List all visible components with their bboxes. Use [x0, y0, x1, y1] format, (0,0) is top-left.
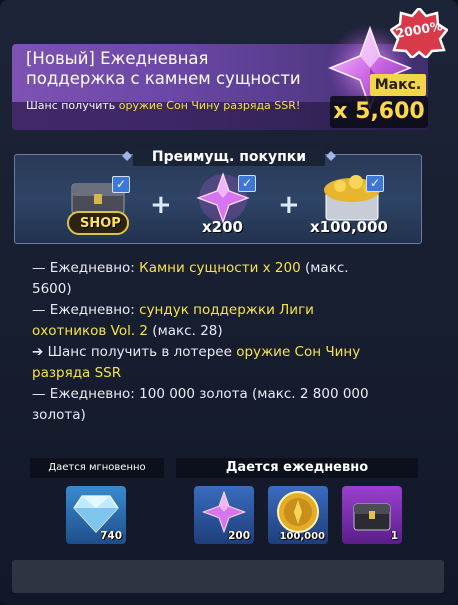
plus-sign: + [278, 190, 300, 220]
benefits-title-wrap: Преимущ. покупки [133, 146, 325, 166]
checkbox-icon: ✓ [366, 175, 384, 192]
essence-stone-icon [201, 490, 247, 534]
offer-title: [Новый] Ежедневная поддержка с камнем су… [26, 49, 326, 89]
reward-count: 740 [100, 530, 122, 542]
instant-label-wrap: Дается мгновенно [30, 458, 164, 478]
max-value: x 5,600 [333, 99, 425, 124]
desc-line2-cont: охотников Vol. 2 (макс. 28) [32, 321, 432, 342]
offer-panel: [Новый] Ежедневная поддержка с камнем су… [0, 0, 458, 605]
diamond-icon [73, 495, 119, 533]
daily-label: Дается ежедневно [225, 460, 369, 475]
desc-line4-cont: золота) [32, 407, 86, 423]
essence-count: x200 [202, 218, 243, 236]
reward-tile-essence[interactable]: 200 [194, 486, 254, 544]
instant-label: Дается мгновенно [48, 462, 146, 473]
desc-line1: — Ежедневно: Камни сущности x 200 (макс. [32, 258, 432, 279]
desc-line1-cont: 5600) [32, 281, 72, 297]
gold-count: x100,000 [310, 218, 388, 236]
reward-count: 200 [228, 530, 250, 542]
support-chest-icon [353, 503, 391, 531]
checkbox-icon: ✓ [238, 175, 256, 192]
desc-highlight: сундук поддержки Лиги [139, 302, 314, 318]
desc-highlight: охотников Vol. 2 [32, 323, 149, 339]
subtitle-highlight: оружие Сон Чину разряда SSR! [118, 99, 301, 112]
desc-text: (макс. 28) [148, 323, 223, 339]
reward-tile-gold[interactable]: 100,000 [268, 486, 328, 544]
desc-text: (макс. [300, 260, 349, 276]
desc-line3: ➔ Шанс получить в лотерее оружие Сон Чин… [32, 342, 432, 363]
offer-title-line1: [Новый] Ежедневная [26, 49, 209, 68]
desc-line3-cont: разряда SSR [32, 365, 122, 381]
desc-text: — Ежедневно: [32, 302, 140, 318]
reward-tile-diamond[interactable]: 740 [66, 486, 126, 544]
reward-count: 1 [390, 530, 398, 542]
shop-label: SHOP [80, 216, 121, 231]
subtitle-prefix: Шанс получить [26, 99, 119, 112]
desc-text: ➔ Шанс получить в лотерее [32, 344, 237, 360]
reward-count: 100,000 [279, 531, 325, 542]
desc-text: — Ежедневно: [32, 260, 140, 276]
offer-title-line2: поддержка с камнем сущности [26, 69, 301, 88]
gold-coin-icon [277, 491, 319, 533]
desc-line2: — Ежедневно: сундук поддержки Лиги [32, 300, 432, 321]
benefits-title: Преимущ. покупки [151, 149, 307, 165]
offer-description: — Ежедневно: Камни сущности x 200 (макс.… [32, 258, 432, 426]
desc-line4: — Ежедневно: 100 000 золота (макс. 2 800… [32, 386, 369, 402]
plus-sign: + [150, 190, 172, 220]
desc-highlight: Камни сущности x 200 [139, 260, 301, 276]
max-label: Макс. [370, 74, 426, 96]
desc-highlight: оружие Сон Чину [236, 344, 361, 360]
checkbox-icon: ✓ [112, 176, 130, 193]
bottom-bar [12, 560, 444, 593]
offer-subtitle: Шанс получить оружие Сон Чину разряда SS… [26, 99, 346, 112]
diamond-deco-icon [122, 151, 132, 161]
reward-tile-chest[interactable]: 1 [342, 486, 402, 544]
daily-label-wrap: Дается ежедневно [176, 458, 418, 478]
diamond-deco-icon [326, 151, 336, 161]
